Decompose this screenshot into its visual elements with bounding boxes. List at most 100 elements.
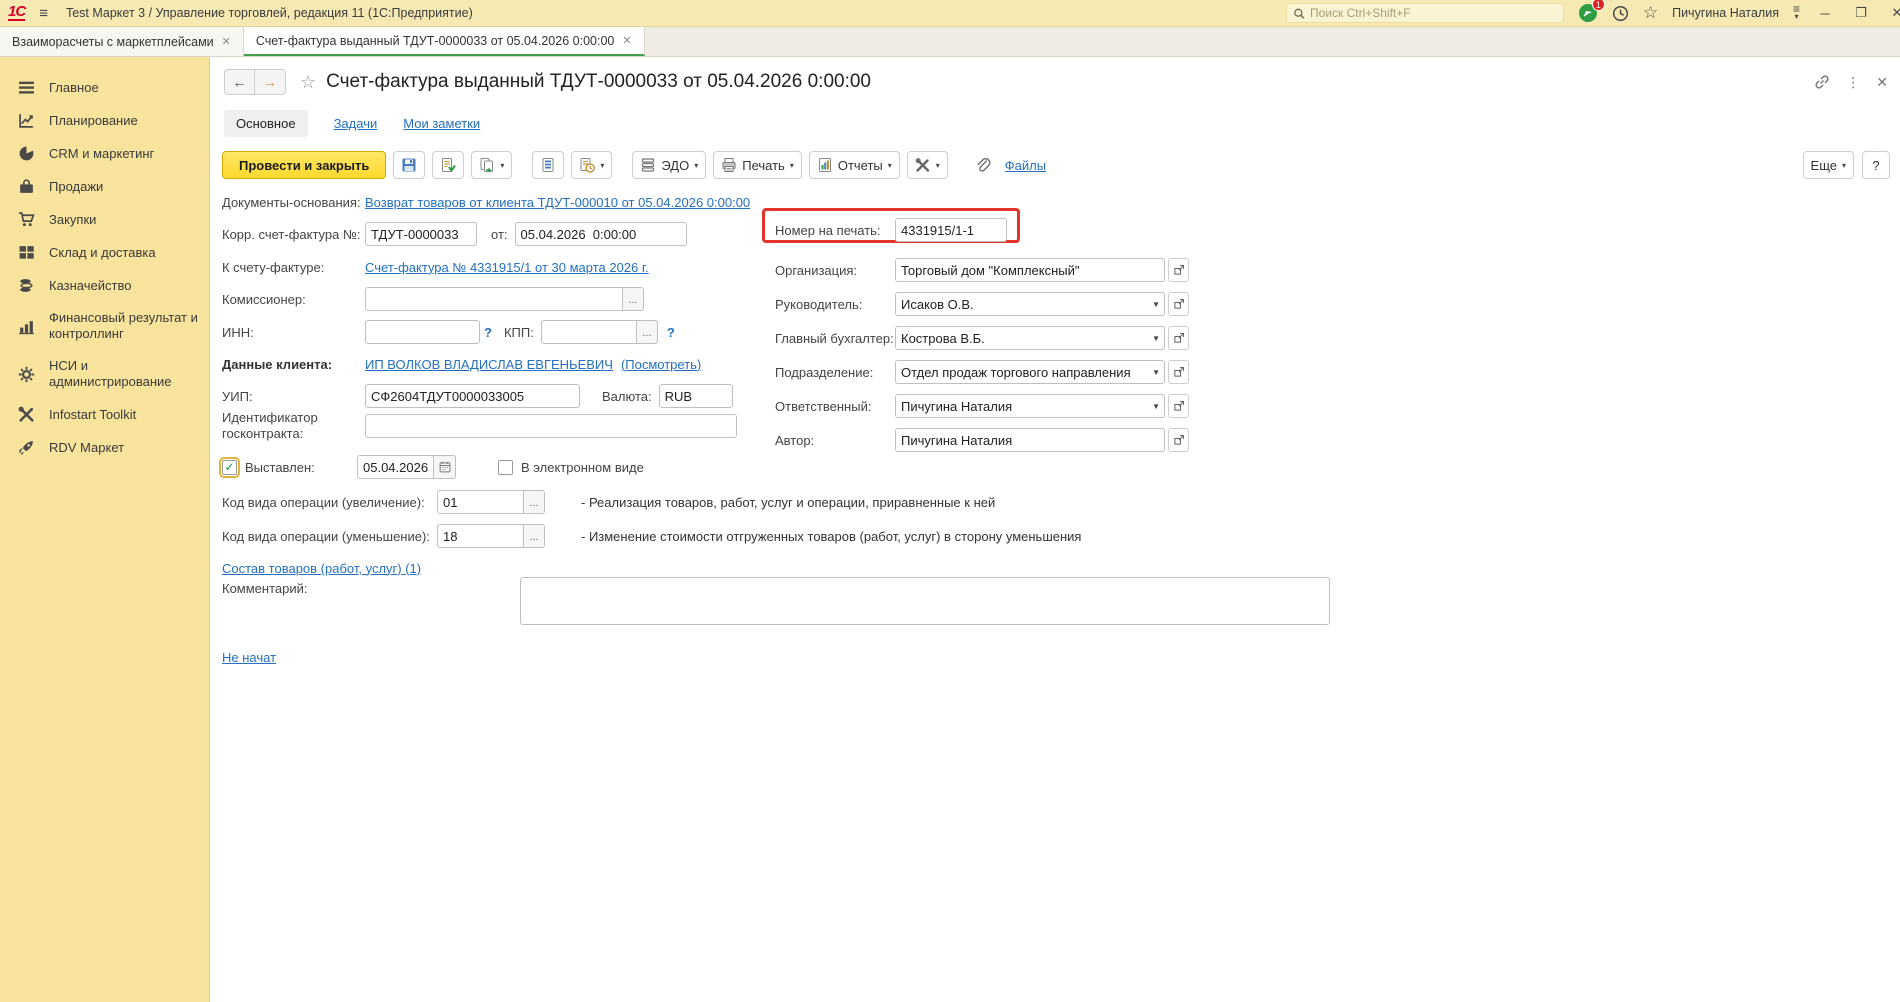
op-increase-select-button[interactable]: ... <box>524 490 545 514</box>
client-link[interactable]: ИП ВОЛКОВ ВЛАДИСЛАВ ЕВГЕНЬЕВИЧ <box>365 357 613 372</box>
to-invoice-link[interactable]: Счет-фактура № 4331915/1 от 30 марта 202… <box>365 260 649 275</box>
kpp-input[interactable] <box>541 320 637 344</box>
menu-lines-icon <box>18 79 35 96</box>
notification-badge: 1 <box>1592 0 1605 11</box>
print-number-label: Номер на печать: <box>775 223 895 238</box>
inn-input[interactable] <box>365 320 480 344</box>
calendar-icon <box>439 461 451 473</box>
app-title: Test Маркет 3 / Управление торговлей, ре… <box>66 6 473 20</box>
issued-date-input[interactable] <box>357 455 434 479</box>
commissioner-label: Комиссионер: <box>222 292 365 307</box>
op-increase-description: - Реализация товаров, работ, услуг и опе… <box>581 495 995 510</box>
discussions-button[interactable]: 1 <box>1578 3 1598 23</box>
process-status-link[interactable]: Не начат <box>222 650 276 665</box>
sidebar-item-planning[interactable]: Планирование <box>0 104 209 137</box>
chief-accountant-label: Главный бухгалтер: <box>775 331 895 346</box>
op-decrease-input[interactable] <box>437 524 524 548</box>
author-open-button[interactable] <box>1168 428 1189 452</box>
global-search[interactable] <box>1286 3 1564 23</box>
organization-open-button[interactable] <box>1168 258 1189 282</box>
author-label: Автор: <box>775 433 895 448</box>
department-open-button[interactable] <box>1168 360 1189 384</box>
print-number-input[interactable] <box>895 218 1007 242</box>
to-invoice-label: К счету-фактуре: <box>222 260 365 275</box>
currency-input[interactable] <box>659 384 733 408</box>
op-increase-input[interactable] <box>437 490 524 514</box>
electronic-checkbox[interactable] <box>498 460 513 475</box>
inn-label: ИНН: <box>222 325 365 340</box>
chief-accountant-open-button[interactable] <box>1168 326 1189 350</box>
window-tab-strip: Взаиморасчеты с маркетплейсами ✕ Счет-фа… <box>0 27 1900 57</box>
sidebar-item-main[interactable]: Главное <box>0 71 209 104</box>
section-panel: Главное Планирование CRM и маркетинг Про… <box>0 57 210 1002</box>
client-data-label: Данные клиента: <box>222 357 365 372</box>
form-body: Документы-основания: Возврат товаров от … <box>210 57 1900 1002</box>
tab-invoice-issued[interactable]: Счет-фактура выданный ТДУТ-0000033 от 05… <box>244 27 645 56</box>
base-document-link[interactable]: Возврат товаров от клиента ТДУТ-000010 о… <box>365 195 750 210</box>
sidebar-item-finresult[interactable]: Финансовый результат и контроллинг <box>0 302 209 350</box>
sidebar-item-warehouse[interactable]: Склад и доставка <box>0 236 209 269</box>
uip-label: УИП: <box>222 389 365 404</box>
close-window-button[interactable]: ✕ <box>1886 5 1900 21</box>
manager-label: Руководитель: <box>775 297 895 312</box>
op-decrease-select-button[interactable]: ... <box>524 524 545 548</box>
search-input[interactable] <box>1310 6 1557 20</box>
service-menu-icon[interactable]: ≡▾ <box>1793 6 1800 20</box>
sidebar-item-infostart-toolkit[interactable]: Infostart Toolkit <box>0 398 209 431</box>
sidebar-item-purchases[interactable]: Закупки <box>0 203 209 236</box>
tab-close-icon[interactable]: ✕ <box>622 34 631 47</box>
manager-input[interactable] <box>895 292 1165 316</box>
responsible-open-button[interactable] <box>1168 394 1189 418</box>
department-label: Подразделение: <box>775 365 895 380</box>
comment-label: Комментарий: <box>222 577 365 596</box>
responsible-label: Ответственный: <box>775 399 895 414</box>
sidebar-item-nsi-admin[interactable]: НСИ и администрирование <box>0 350 209 398</box>
uip-input[interactable] <box>365 384 580 408</box>
client-view-link[interactable]: (Посмотреть) <box>621 357 701 372</box>
calendar-button[interactable] <box>434 455 456 479</box>
author-input[interactable] <box>895 428 1165 452</box>
responsible-input[interactable] <box>895 394 1165 418</box>
boxes-grid-icon <box>18 244 35 261</box>
sidebar-item-crm[interactable]: CRM и маркетинг <box>0 137 209 170</box>
kpp-help-icon[interactable]: ? <box>667 325 675 340</box>
sidebar-item-treasury[interactable]: Казначейство <box>0 269 209 302</box>
pie-chart-icon <box>18 145 35 162</box>
corr-number-input[interactable] <box>365 222 477 246</box>
gov-contract-label: Идентификаторгосконтракта: <box>222 410 365 442</box>
gear-icon <box>18 366 35 383</box>
restore-button[interactable]: ❐ <box>1850 5 1872 21</box>
rocket-icon <box>18 439 35 456</box>
inn-help-icon[interactable]: ? <box>484 325 492 340</box>
commissioner-input[interactable] <box>365 287 623 311</box>
base-documents-label: Документы-основания: <box>222 195 365 210</box>
goods-content-link[interactable]: Состав товаров (работ, услуг) (1) <box>222 561 421 576</box>
planning-chart-icon <box>18 112 35 129</box>
kpp-label: КПП: <box>504 325 534 340</box>
kpp-select-button[interactable]: ... <box>637 320 658 344</box>
gov-contract-input[interactable] <box>365 414 737 438</box>
history-icon[interactable] <box>1612 5 1629 22</box>
favorites-star-icon[interactable]: ☆ <box>1643 3 1658 23</box>
chief-accountant-input[interactable] <box>895 326 1165 350</box>
commissioner-select-button[interactable]: ... <box>623 287 644 311</box>
manager-open-button[interactable] <box>1168 292 1189 316</box>
open-form-icon <box>1173 400 1185 412</box>
op-decrease-description: - Изменение стоимости отгруженных товаро… <box>581 529 1081 544</box>
op-decrease-label: Код вида операции (уменьшение): <box>222 529 437 544</box>
sidebar-item-sales[interactable]: Продажи <box>0 170 209 203</box>
department-input[interactable] <box>895 360 1165 384</box>
tab-close-icon[interactable]: ✕ <box>222 35 231 48</box>
sidebar-item-rdv-market[interactable]: RDV Маркет <box>0 431 209 464</box>
organization-label: Организация: <box>775 263 895 278</box>
minimize-button[interactable]: ─ <box>1814 6 1836 21</box>
open-form-icon <box>1173 298 1185 310</box>
1c-logo-icon: 1С <box>8 5 25 21</box>
corr-date-input[interactable] <box>515 222 687 246</box>
organization-input[interactable] <box>895 258 1165 282</box>
issued-checkbox[interactable]: ✓ <box>222 460 237 475</box>
tab-mutual-settlements[interactable]: Взаиморасчеты с маркетплейсами ✕ <box>0 27 244 56</box>
form-area: ← → ☆ Счет-фактура выданный ТДУТ-0000033… <box>210 57 1900 1002</box>
main-menu-icon[interactable]: ≡ <box>39 5 48 22</box>
comment-textarea[interactable] <box>520 577 1330 625</box>
